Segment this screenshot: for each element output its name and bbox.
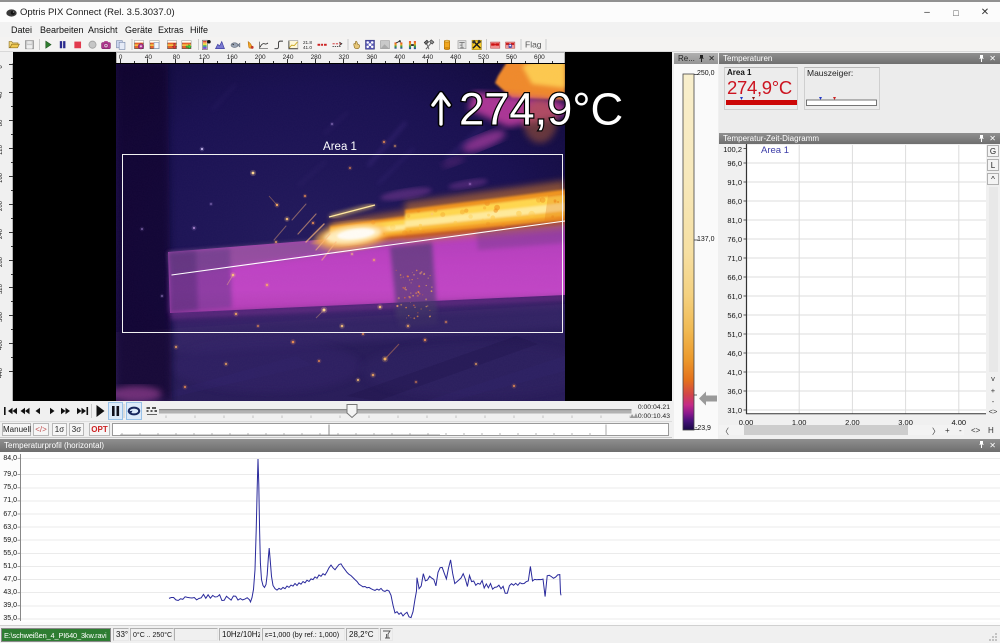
svg-text:41.0: 41.0 bbox=[303, 45, 312, 50]
svg-text:Area 1: Area 1 bbox=[323, 141, 357, 153]
svg-text:Flag: Flag bbox=[525, 40, 542, 50]
